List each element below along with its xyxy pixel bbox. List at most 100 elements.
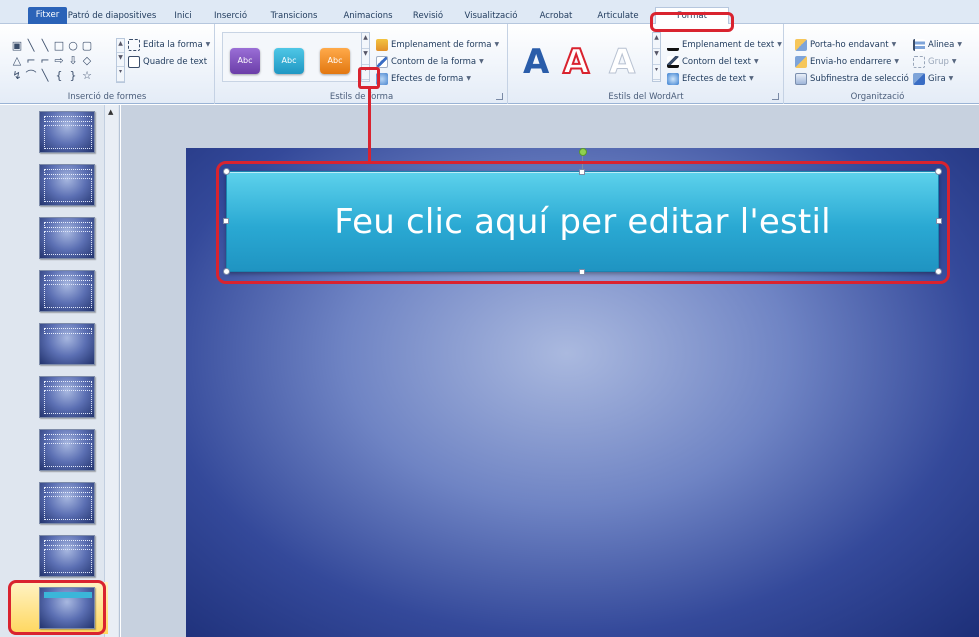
more-icon[interactable]: ▾ [653, 65, 660, 81]
shape-style-purple[interactable]: Abc [230, 48, 260, 74]
shape-icon[interactable]: ⌒ [24, 68, 38, 83]
rotate-label: Gira [928, 74, 946, 84]
chevron-down-icon: ▼ [891, 41, 897, 48]
text-fill-label: Emplenament de text [682, 40, 775, 50]
chevron-down-icon: ▼ [479, 58, 484, 65]
tab-view[interactable]: Visualització [456, 8, 526, 24]
title-placeholder-highlight [216, 161, 950, 284]
thumbnail-title-placeholder [44, 275, 92, 281]
more-styles-highlight [358, 67, 380, 89]
wordart-style-red-outline[interactable]: A [562, 41, 590, 83]
scroll-down-icon[interactable]: ▼ [362, 49, 369, 65]
dialog-launcher-icon[interactable] [496, 93, 503, 100]
shape-icon[interactable] [94, 53, 108, 68]
group-label: Estils del WordArt [608, 92, 684, 102]
bring-forward-button[interactable]: Porta-ho endavant ▼ [795, 38, 896, 52]
shape-icon[interactable]: ⇩ [66, 53, 80, 68]
thumbnail-title-placeholder [44, 487, 92, 493]
text-effects-button[interactable]: Efectes de text ▼ [667, 72, 754, 86]
slide-thumbnail[interactable] [39, 482, 95, 524]
shape-style-teal[interactable]: Abc [274, 48, 304, 74]
selection-pane-button[interactable]: Subfinestra de selecció [795, 72, 909, 86]
thumbnail-body-placeholder [44, 496, 92, 520]
wordart-style-light[interactable]: A [608, 42, 635, 83]
shape-icon[interactable]: □ [52, 38, 66, 53]
slide-thumbnail[interactable] [39, 164, 95, 206]
chevron-down-icon: ▼ [494, 41, 500, 48]
text-outline-button[interactable]: Contorn del text ▼ [667, 55, 759, 69]
shape-icon[interactable] [94, 38, 108, 53]
scroll-up-icon[interactable]: ▲ [117, 39, 124, 54]
tab-animations[interactable]: Animacions [335, 8, 401, 24]
thumbnail-title-placeholder [44, 328, 92, 334]
ribbon: ▣ ╲ ╲ □ ○ ▢ △ ⌐ ⌐ ⇨ ⇩ ◇ ↯ ⌒ ╲ { } ☆ ▲ ▼ … [0, 24, 979, 104]
tab-file[interactable]: Fitxer [28, 7, 67, 24]
send-backward-button[interactable]: Envia-ho endarrere ▼ [795, 55, 899, 69]
shape-fill-button[interactable]: Emplenament de forma ▼ [376, 38, 499, 52]
thumbnail-title-placeholder [44, 434, 92, 440]
text-fill-button[interactable]: Emplenament de text ▼ [667, 38, 782, 52]
tab-slide-master[interactable]: Patró de diapositives [66, 8, 158, 24]
slide-thumbnail[interactable] [39, 270, 95, 312]
shapes-gallery-scroll[interactable]: ▲ ▼ ▾ [116, 38, 125, 83]
scroll-up-icon[interactable]: ▲ [653, 33, 660, 49]
ribbon-tab-bar: Fitxer Patró de diapositives Inici Inser… [0, 0, 979, 25]
rotation-handle[interactable] [579, 148, 587, 156]
shape-icon[interactable]: } [66, 68, 80, 83]
edit-shape-button[interactable]: Edita la forma ▼ [128, 38, 210, 52]
slide-thumbnail[interactable] [39, 217, 95, 259]
shape-icon[interactable]: △ [10, 53, 24, 68]
dialog-launcher-icon[interactable] [772, 93, 779, 100]
thumbnail-scrollbar[interactable]: ▲ [104, 105, 118, 637]
slide-thumbnail[interactable] [39, 376, 95, 418]
tab-articulate[interactable]: Articulate [588, 8, 648, 24]
scroll-down-icon[interactable]: ▼ [117, 53, 124, 68]
tab-home[interactable]: Inici [167, 8, 199, 24]
chevron-down-icon: ▼ [749, 75, 754, 82]
shapes-gallery[interactable]: ▣ ╲ ╲ □ ○ ▢ △ ⌐ ⌐ ⇨ ⇩ ◇ ↯ ⌒ ╲ { } ☆ [10, 38, 118, 83]
shape-icon[interactable] [94, 68, 108, 83]
slide-thumbnail[interactable] [39, 535, 95, 577]
tab-transitions[interactable]: Transicions [262, 8, 326, 24]
shape-icon[interactable]: ◇ [80, 53, 94, 68]
text-box-button[interactable]: Quadre de text [128, 55, 207, 69]
chevron-down-icon: ▼ [894, 58, 899, 65]
shape-icon[interactable]: ⇨ [52, 53, 66, 68]
rotate-icon [913, 73, 925, 85]
shape-icon[interactable]: ▢ [80, 38, 94, 53]
scroll-up-icon[interactable]: ▲ [362, 33, 369, 49]
shape-icon[interactable]: ⌐ [38, 53, 52, 68]
shape-icon[interactable]: { [52, 68, 66, 83]
shape-icon[interactable]: ▣ [10, 38, 24, 53]
paint-bucket-icon [376, 39, 388, 51]
tab-review[interactable]: Revisió [408, 8, 448, 24]
shape-icon[interactable]: ╲ [24, 38, 38, 53]
wordart-gallery-scroll[interactable]: ▲ ▼ ▾ [652, 32, 661, 82]
thumbnail-body-placeholder [44, 284, 92, 308]
shape-icon[interactable]: ⌐ [24, 53, 38, 68]
slide-thumbnail[interactable] [39, 429, 95, 471]
thumbnail-title-placeholder [44, 540, 92, 546]
wordart-style-blue[interactable]: A [523, 42, 549, 82]
scroll-up-icon[interactable]: ▲ [108, 108, 113, 116]
rotate-button[interactable]: Gira ▼ [913, 72, 953, 86]
shape-icon[interactable]: ↯ [10, 68, 24, 83]
slide-thumbnail[interactable] [39, 111, 95, 153]
align-button[interactable]: Alinea ▼ [913, 38, 962, 52]
slide-thumbnail[interactable] [39, 323, 95, 365]
text-fill-icon [667, 39, 679, 51]
selection-pane-label: Subfinestra de selecció [810, 74, 909, 84]
group-button[interactable]: Grup ▼ [913, 55, 957, 69]
shape-icon[interactable]: ╲ [38, 68, 52, 83]
tab-acrobat[interactable]: Acrobat [533, 8, 579, 24]
more-icon[interactable]: ▾ [117, 67, 124, 82]
send-backward-icon [795, 56, 807, 68]
shape-effects-button[interactable]: Efectes de forma ▼ [376, 72, 471, 86]
shape-icon[interactable]: ╲ [38, 38, 52, 53]
shape-outline-button[interactable]: Contorn de la forma ▼ [376, 55, 484, 69]
tab-insert[interactable]: Inserció [208, 8, 253, 24]
shape-style-orange[interactable]: Abc [320, 48, 350, 74]
shape-icon[interactable]: ☆ [80, 68, 94, 83]
scroll-down-icon[interactable]: ▼ [653, 49, 660, 65]
shape-icon[interactable]: ○ [66, 38, 80, 53]
